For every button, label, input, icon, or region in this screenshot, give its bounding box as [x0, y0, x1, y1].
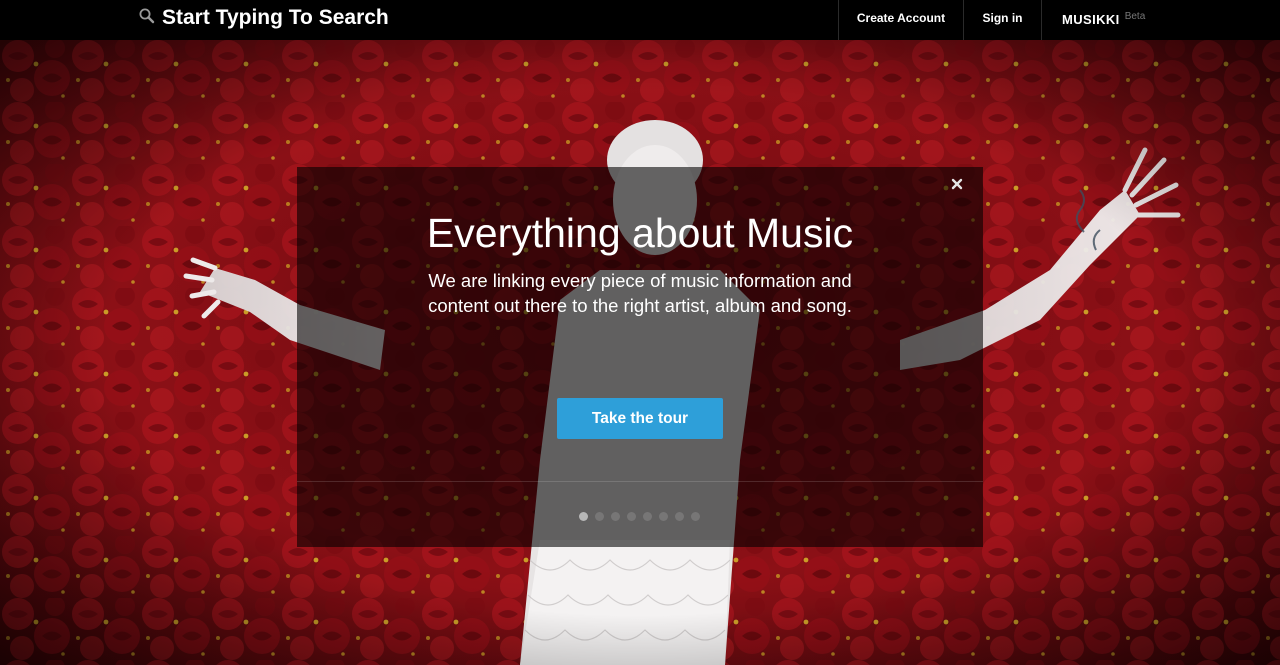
- sign-in-link[interactable]: Sign in: [963, 0, 1041, 40]
- top-bar: Create Account Sign in MUSIKKI Beta: [0, 0, 1280, 40]
- pager-dot-6[interactable]: [659, 512, 668, 521]
- search-box[interactable]: [138, 0, 522, 36]
- top-nav: Create Account Sign in MUSIKKI Beta: [838, 0, 1181, 40]
- pager-dots: [579, 512, 700, 521]
- pager-dot-7[interactable]: [675, 512, 684, 521]
- search-input[interactable]: [162, 6, 522, 30]
- pager-dot-1[interactable]: [579, 512, 588, 521]
- modal-divider: [297, 481, 983, 482]
- beta-badge: Beta: [1124, 10, 1146, 22]
- pager-dot-3[interactable]: [611, 512, 620, 521]
- modal-description-line-2: content out there to the right artist, a…: [428, 295, 852, 316]
- pager-dot-8[interactable]: [691, 512, 700, 521]
- pager-dot-2[interactable]: [595, 512, 604, 521]
- brand-logo: MUSIKKI Beta: [1041, 0, 1181, 40]
- pager-dot-4[interactable]: [627, 512, 636, 521]
- modal-title: Everything about Music: [426, 210, 854, 256]
- sign-in-label: Sign in: [982, 11, 1023, 25]
- create-account-label: Create Account: [856, 11, 946, 25]
- page: Create Account Sign in MUSIKKI Beta: [0, 0, 1280, 665]
- modal-description-line-1: We are linking every piece of music info…: [428, 270, 852, 291]
- welcome-modal: Everything about Music We are linking ev…: [297, 167, 983, 547]
- take-the-tour-button[interactable]: Take the tour: [557, 398, 723, 439]
- create-account-link[interactable]: Create Account: [838, 0, 963, 40]
- close-icon[interactable]: [949, 176, 965, 192]
- pager-dot-5[interactable]: [643, 512, 652, 521]
- search-icon: [139, 8, 155, 24]
- modal-description: We are linking every piece of music info…: [297, 268, 983, 318]
- brand-name: MUSIKKI: [1062, 11, 1120, 27]
